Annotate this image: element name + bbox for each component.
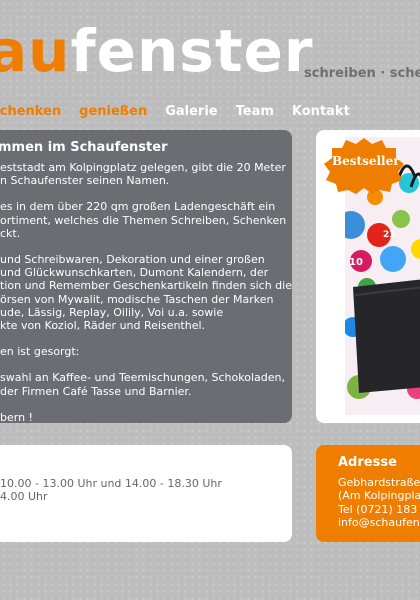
nav-item-schenken[interactable]: schenken (0, 104, 61, 119)
address-title: Adresse (338, 455, 397, 470)
main-nav: schenken genießen Galerie Team Kontakt (0, 104, 368, 119)
welcome-text-line: es in dem über 220 qm großen Ladengeschä… (0, 200, 276, 214)
welcome-text-line: bern ! (0, 410, 33, 424)
welcome-text-line: eststadt am Kolpingplatz gelegen, gibt d… (0, 161, 286, 174)
welcome-paragraph: und Schreibwaren, Dekoration und einer g… (0, 253, 292, 333)
address-lines: Gebhardstraße 1 (Am Kolpingplatz Tel (07… (338, 476, 420, 529)
welcome-text-line: ckt. (0, 226, 21, 240)
opening-hours-panel: 10.00 - 13.00 Uhr und 14.00 - 18.30 Uhr … (0, 445, 292, 542)
welcome-text-line: ude, Lässig, Replay, Oilily, Voi u.a. so… (0, 305, 224, 319)
hours-line: 4.00 Uhr (0, 490, 48, 503)
welcome-paragraph: es in dem über 220 qm großen Ladengeschä… (0, 200, 287, 240)
logo-main-text: fenster (70, 17, 314, 85)
welcome-text-line: ortiment, welches die Themen Schreiben, … (0, 213, 287, 227)
svg-text:10: 10 (349, 257, 363, 268)
welcome-text: eststadt am Kolpingplatz gelegen, gibt d… (0, 161, 292, 437)
welcome-text-line: tion und Remember Geschenkartikeln finde… (0, 279, 292, 293)
welcome-text-line: en ist gesorgt: (0, 345, 80, 359)
address-email[interactable]: info@schaufenst (338, 516, 420, 529)
address-panel: Adresse Gebhardstraße 1 (Am Kolpingplatz… (316, 445, 420, 542)
welcome-panel: mmen im Schaufenster eststadt am Kolping… (0, 130, 292, 424)
nav-item-kontakt[interactable]: Kontakt (292, 104, 350, 119)
welcome-text-line: örsen von Mywalit, modische Taschen der … (0, 292, 274, 306)
hours-line: 10.00 - 13.00 Uhr und 14.00 - 18.30 Uhr (0, 477, 222, 490)
welcome-text-line: der Firmen Café Tasse und Barnier. (0, 384, 192, 398)
welcome-paragraph: eststadt am Kolpingplatz gelegen, gibt d… (0, 161, 286, 188)
nav-item-galerie[interactable]: Galerie (165, 104, 217, 119)
logo-accent-text: au (0, 17, 71, 85)
address-location: (Am Kolpingplatz (338, 489, 420, 503)
nav-item-team[interactable]: Team (236, 104, 274, 119)
welcome-text-line: kte von Koziol, Räder und Reisenthel. (0, 319, 206, 333)
address-street: Gebhardstraße 1 (338, 476, 420, 489)
welcome-title: mmen im Schaufenster (0, 140, 168, 155)
welcome-paragraph: swahl an Kaffee- und Teemischungen, Scho… (0, 371, 285, 398)
site-logo[interactable]: aufenster (0, 22, 314, 80)
site-tagline: schreiben · sche (304, 66, 420, 81)
svg-text:21: 21 (383, 230, 396, 240)
welcome-text-line: und Schreibwaren, Dekoration und einer g… (0, 253, 265, 267)
bestseller-label: Bestseller (332, 154, 400, 168)
welcome-paragraph: bern ! (0, 411, 282, 424)
welcome-text-line: n Schaufenster seinen Namen. (0, 174, 170, 188)
welcome-text-line: swahl an Kaffee- und Teemischungen, Scho… (0, 371, 285, 385)
address-phone: Tel (0721) 183 5 (338, 502, 420, 516)
nav-item-geniessen[interactable]: genießen (79, 104, 147, 119)
welcome-text-line: und Glückwunschkarten, Dumont Kalendern,… (0, 266, 269, 280)
welcome-paragraph: en ist gesorgt: (0, 345, 282, 358)
